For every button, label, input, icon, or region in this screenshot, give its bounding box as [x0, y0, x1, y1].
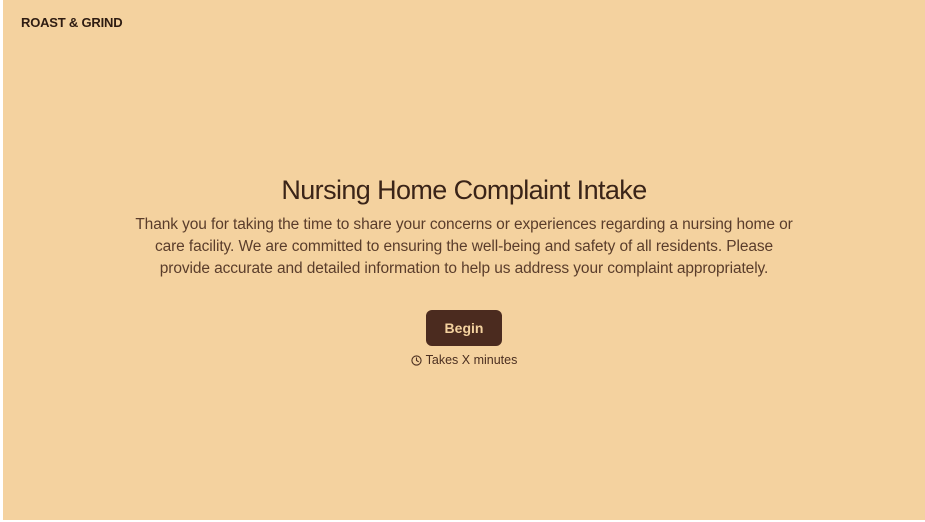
page-title: Nursing Home Complaint Intake: [281, 175, 647, 205]
intro-section: Nursing Home Complaint Intake Thank you …: [3, 172, 925, 367]
duration-text: Takes X minutes: [425, 353, 518, 367]
intro-description: Thank you for taking the time to share y…: [135, 216, 793, 277]
brand-logo: ROAST & GRIND: [21, 15, 123, 30]
begin-button[interactable]: Begin: [426, 310, 502, 346]
page: ROAST & GRIND Nursing Home Complaint Int…: [3, 0, 925, 520]
clock-icon: [411, 354, 422, 366]
duration-note: Takes X minutes: [3, 353, 925, 367]
